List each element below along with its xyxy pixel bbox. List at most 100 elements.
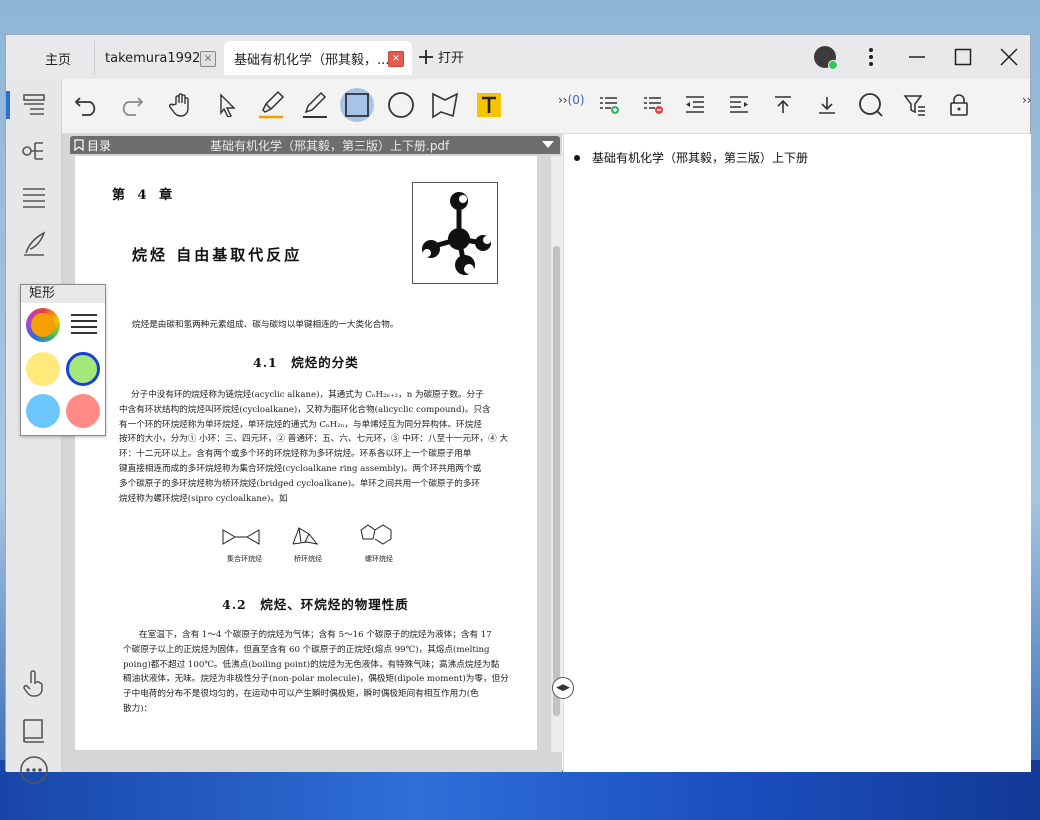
- collapsed-tools-toggle[interactable]: ››(0): [558, 93, 585, 107]
- paragraph-line: 环：十二元环以上。含有两个或多个环的环烷烃称为多环烷烃。环系各以环上一个碳原子用…: [119, 449, 472, 460]
- maximize-button[interactable]: [940, 35, 986, 79]
- tab-organic-chemistry[interactable]: 基础有机化学（邢其毅，... ×: [224, 41, 412, 75]
- classification-paragraph: 分子中没有环的烷烃称为链烷烃(acyclic alkane)，其通式为 CₙH₂…: [119, 388, 508, 506]
- text-tool-button[interactable]: [472, 88, 506, 122]
- pdf-viewer: 目录 基础有机化学（邢其毅，第三版）上下册.pdf 第 4 章 烷烃 自由基取代…: [62, 134, 562, 772]
- line-weight-icon: [71, 314, 97, 334]
- hand-tool-button[interactable]: [164, 88, 198, 122]
- add-sibling-button[interactable]: [592, 88, 626, 122]
- color-picker-button[interactable]: [26, 308, 60, 342]
- tab-home-label: 主页: [44, 52, 71, 68]
- list-icon: [22, 188, 45, 208]
- filter-button[interactable]: [898, 88, 932, 122]
- outdent-button[interactable]: [678, 88, 712, 122]
- paragraph-line: 有一个环的环烷烃称为单环烷烃，单环烷烃的通式为 CₙH₂ₙ，与单烯烃互为同分异构…: [119, 419, 482, 430]
- circle-icon: [388, 92, 414, 118]
- section-heading-4-1: 4.1 烷烃的分类: [253, 355, 359, 370]
- polygon-tool-button[interactable]: [428, 88, 462, 122]
- filter-icon: [903, 95, 925, 116]
- bullet-icon: [574, 154, 580, 161]
- toc-label: 目录: [87, 138, 112, 153]
- caption-bridged: 桥环烷烃: [294, 555, 322, 563]
- sidebar-list-button[interactable]: [6, 177, 61, 217]
- close-icon: [1000, 48, 1018, 66]
- move-up-button[interactable]: [766, 88, 800, 122]
- paragraph-line: 中含有环状结构的烷烃叫环烷烃(cycloalkane)，又称为脂环化合物(ali…: [119, 404, 491, 415]
- arrow-up-icon: [775, 96, 791, 113]
- pdf-page: 第 4 章 烷烃 自由基取代反应 烷烃是由碳和氢两种元素组成、碳与碳均以单键相连…: [75, 156, 537, 750]
- sidebar-more-button[interactable]: [6, 756, 61, 784]
- open-file-label: 打开: [438, 51, 465, 66]
- caption-ring-assembly: 集合环烷烃: [227, 555, 262, 563]
- paragraph-line: poing)都不超过 100℃。低沸点(boiling point)的烷烃为无色…: [123, 659, 500, 670]
- color-swatch-blue[interactable]: [26, 394, 60, 428]
- plus-icon: [419, 49, 433, 64]
- redo-button[interactable]: [114, 88, 148, 122]
- polygon-icon: [432, 92, 459, 119]
- pdf-filename: 基础有机化学（邢其毅，第三版）上下册.pdf: [210, 138, 450, 153]
- search-button[interactable]: [854, 88, 888, 122]
- sidebar-notes-button[interactable]: [6, 223, 61, 263]
- move-down-button[interactable]: [810, 88, 844, 122]
- paragraph-line: 子中电荷的分布不是很均匀的，在运动中可以产生瞬时偶极矩，瞬时偶极矩间有相互作用力…: [123, 689, 479, 700]
- pane-resize-handle[interactable]: ◀▶: [552, 677, 574, 699]
- select-tool-button[interactable]: [210, 88, 244, 122]
- scrollbar-thumb[interactable]: [553, 246, 560, 716]
- pdf-scrollbar[interactable]: [551, 156, 562, 752]
- paragraph-line: 个碳原子以上的正烷烃为固体，但直至含有 60 个碳原子的正烷烃(熔点 99℃)，…: [123, 644, 490, 655]
- close-tab-icon[interactable]: ×: [200, 51, 216, 67]
- color-swatch-yellow[interactable]: [26, 352, 60, 386]
- tab-takemura[interactable]: takemura19921 ×: [94, 41, 224, 75]
- paragraph-line: 分子中没有环的烷烃称为链烷烃(acyclic alkane)，其通式为 CₙH₂…: [131, 390, 484, 400]
- arrow-down-icon: [819, 97, 835, 114]
- rectangle-tool-button[interactable]: [340, 88, 374, 122]
- toolbar-overflow-toggle[interactable]: ››: [1022, 93, 1032, 107]
- arrows-left-right-icon: ◀▶: [556, 683, 570, 693]
- color-swatch-green[interactable]: [66, 352, 100, 386]
- pencil-icon: [303, 91, 327, 118]
- minimize-icon: [909, 56, 925, 58]
- annotation-toolbar: ››(0) ››: [62, 79, 1032, 134]
- hand-icon: [169, 93, 189, 117]
- app-window: 主页 takemura19921 × 基础有机化学（邢其毅，... × 打开 ›…: [5, 34, 1032, 784]
- physical-properties-paragraph: 在室温下，含有 1～4 个碳原子的烷烃为气体；含有 5～16 个碳原子的烷烃为液…: [123, 628, 509, 717]
- lock-icon: [950, 94, 968, 116]
- pen-button[interactable]: [298, 88, 332, 122]
- tab-home[interactable]: 主页: [18, 41, 98, 75]
- sidebar-mindmap-button[interactable]: [6, 131, 61, 171]
- more-horizontal-icon: [19, 756, 48, 784]
- outline-item[interactable]: 基础有机化学（邢其毅，第三版）上下册: [574, 149, 808, 166]
- chapter-heading: 第 4 章: [112, 188, 177, 203]
- toc-button[interactable]: 目录: [74, 137, 111, 154]
- minimize-button[interactable]: [894, 35, 940, 79]
- lock-button[interactable]: [942, 88, 976, 122]
- book-icon: [22, 719, 44, 743]
- indent-button[interactable]: [722, 88, 756, 122]
- sidebar-outline-button[interactable]: [6, 85, 61, 125]
- open-file-button[interactable]: 打开: [418, 47, 464, 66]
- sidebar-library-button[interactable]: [6, 711, 61, 751]
- close-window-button[interactable]: [986, 35, 1032, 79]
- line-style-button[interactable]: [69, 313, 99, 341]
- close-tab-icon[interactable]: ×: [388, 51, 404, 67]
- chevron-double-right-icon: ››: [1022, 93, 1032, 107]
- highlighter-button[interactable]: [254, 88, 288, 122]
- remove-item-button[interactable]: [636, 88, 670, 122]
- chevron-double-right-icon: ››: [558, 93, 568, 107]
- indent-icon: [730, 96, 748, 113]
- account-button[interactable]: [802, 35, 848, 79]
- hand-pointer-icon: [22, 670, 43, 697]
- outline-list-icon: [22, 94, 45, 115]
- maximize-icon: [954, 48, 972, 66]
- color-swatch-red[interactable]: [66, 394, 100, 428]
- avatar: [814, 46, 838, 70]
- undo-button[interactable]: [70, 88, 104, 122]
- sidebar-touch-button[interactable]: [6, 663, 61, 703]
- feather-pen-icon: [23, 231, 45, 256]
- more-menu-button[interactable]: [848, 35, 894, 79]
- ellipse-tool-button[interactable]: [384, 88, 418, 122]
- rectangle-icon: [345, 93, 369, 117]
- list-remove-icon: [644, 97, 663, 114]
- cycloalkane-structures-image: [222, 524, 392, 545]
- chevron-down-icon[interactable]: [542, 141, 554, 148]
